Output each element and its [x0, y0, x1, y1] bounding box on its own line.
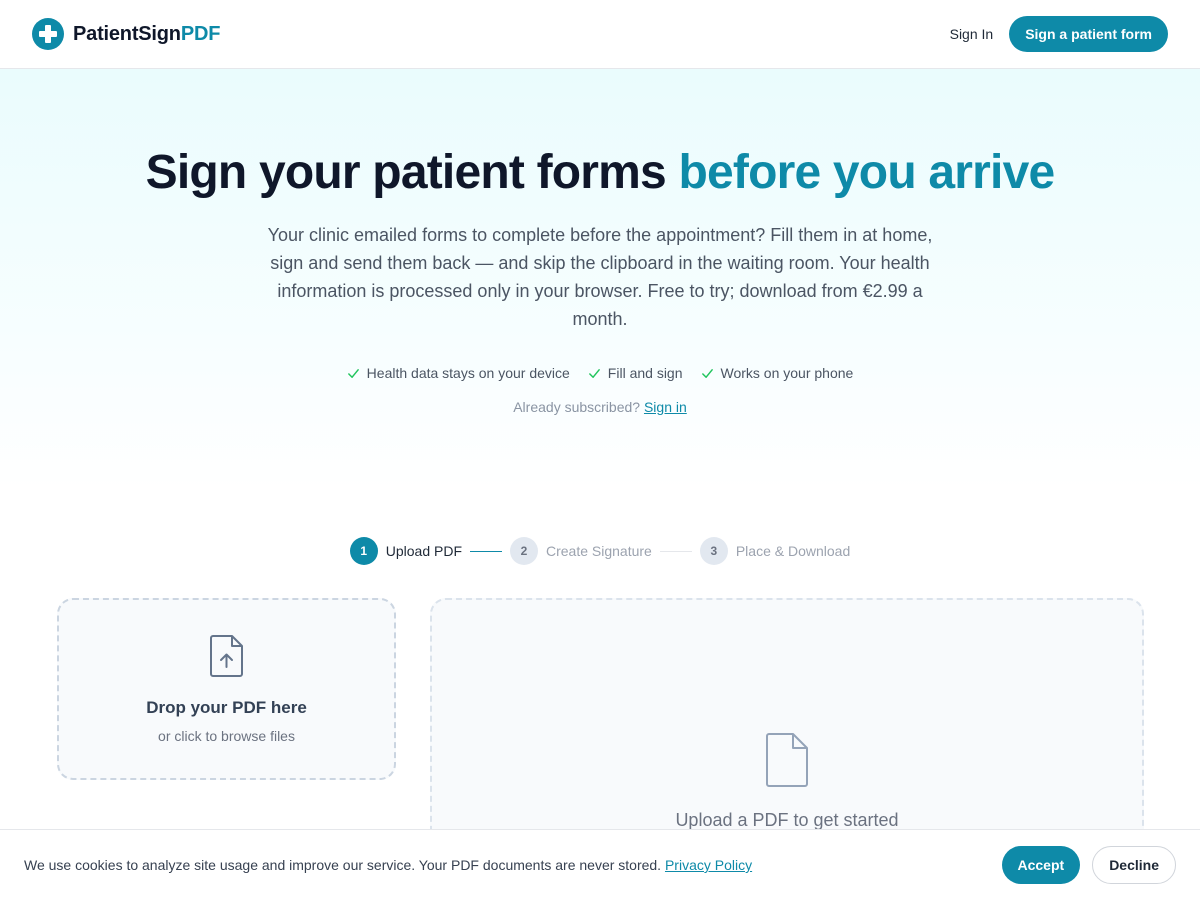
privacy-policy-link[interactable]: Privacy Policy [665, 857, 752, 873]
checkmark-icon [701, 368, 713, 378]
step-place-download: 3 Place & Download [699, 537, 851, 565]
feature-label: Fill and sign [607, 365, 683, 381]
step-number: 3 [699, 537, 728, 565]
checkmark-icon [588, 368, 600, 378]
hero-section: Sign your patient forms before you arriv… [0, 69, 1200, 489]
brand-name-main: PatientSign [73, 22, 181, 45]
step-number: 1 [349, 537, 378, 565]
cookie-banner: We use cookies to analyze site usage and… [0, 829, 1200, 900]
dropzone-subtitle: or click to browse files [158, 728, 295, 744]
already-subscribed: Already subscribed? Sign in [0, 399, 1200, 415]
cookie-message: We use cookies to analyze site usage and… [24, 857, 752, 873]
brand[interactable]: PatientSignPDF [32, 18, 220, 50]
hero-title: Sign your patient forms before you arriv… [0, 145, 1200, 201]
feature-item: Health data stays on your device [347, 365, 570, 381]
brand-name-accent: PDF [180, 22, 221, 45]
step-connector [470, 550, 502, 552]
medical-cross-logo-icon [32, 18, 64, 50]
document-icon [766, 733, 808, 787]
hero-subtitle: Your clinic emailed forms to complete be… [267, 225, 933, 329]
feature-label: Works on your phone [720, 365, 854, 381]
already-subscribed-text: Already subscribed? [513, 399, 641, 415]
checkmark-icon [347, 368, 359, 378]
sign-in-link[interactable]: Sign In [950, 26, 994, 42]
header-nav: Sign In Sign a patient form [950, 16, 1168, 52]
step-indicator: 1 Upload PDF 2 Create Signature 3 Place … [0, 537, 1200, 565]
hero-title-accent: before you arrive [678, 146, 1055, 199]
preview-placeholder-text: Upload a PDF to get started [675, 810, 899, 830]
step-label: Place & Download [735, 543, 851, 559]
dropzone-title: Drop your PDF here [146, 698, 307, 717]
hero-title-main: Sign your patient forms [145, 146, 667, 199]
cookie-text: We use cookies to analyze site usage and… [24, 857, 662, 873]
accept-cookies-button[interactable]: Accept [1001, 846, 1081, 884]
step-create-signature: 2 Create Signature [510, 537, 652, 565]
sign-patient-form-button[interactable]: Sign a patient form [1009, 16, 1168, 52]
pdf-dropzone[interactable]: Drop your PDF here or click to browse fi… [57, 598, 396, 780]
feature-label: Health data stays on your device [366, 365, 570, 381]
step-label: Create Signature [546, 543, 652, 559]
feature-item: Fill and sign [588, 365, 683, 381]
file-upload-icon [209, 635, 243, 677]
feature-list: Health data stays on your device Fill an… [0, 365, 1200, 381]
already-sign-in-link[interactable]: Sign in [644, 399, 687, 415]
step-upload-pdf: 1 Upload PDF [349, 537, 462, 565]
decline-cookies-button[interactable]: Decline [1092, 846, 1176, 884]
brand-name: PatientSignPDF [73, 23, 220, 46]
site-header: PatientSignPDF Sign In Sign a patient fo… [0, 0, 1200, 69]
step-number: 2 [510, 537, 538, 565]
cookie-actions: Accept Decline [1001, 846, 1176, 884]
feature-item: Works on your phone [701, 365, 854, 381]
step-label: Upload PDF [385, 543, 462, 559]
step-connector [659, 550, 692, 552]
